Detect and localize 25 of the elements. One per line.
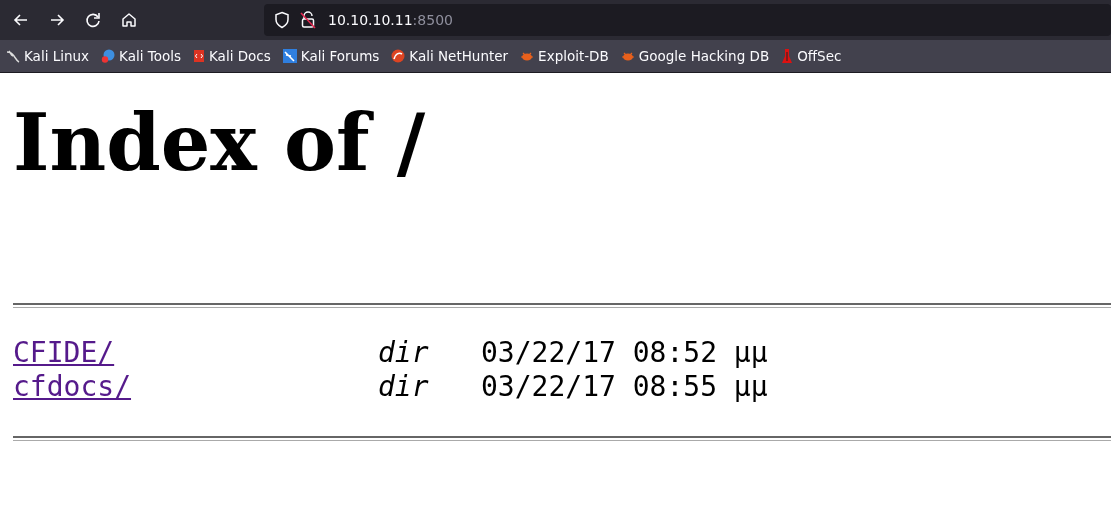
bookmark-link[interactable]: Kali Tools	[101, 48, 181, 64]
bookmark-link[interactable]: Kali Docs	[193, 48, 271, 64]
url-port: :8500	[412, 12, 453, 28]
globe-icon	[101, 49, 116, 63]
page-heading: Index of /	[13, 97, 427, 189]
entry-date: 03/22/17 08:52 μμ	[481, 336, 768, 370]
directory-link[interactable]: cfdocs/	[13, 370, 131, 404]
bookmark-link[interactable]: Exploit-DB	[520, 48, 609, 64]
bookmark-link[interactable]: OffSec	[781, 48, 842, 64]
directory-link[interactable]: CFIDE/	[13, 336, 115, 370]
entry-type: dir	[378, 370, 429, 404]
flask-icon	[781, 48, 794, 64]
bookmark-link[interactable]: Kali Forums	[282, 48, 380, 64]
bookmark-link[interactable]: Kali Linux	[6, 48, 90, 64]
entry-date: 03/22/17 08:55 μμ	[481, 370, 768, 404]
address-bar[interactable]: 10.10.10.11:8500	[264, 4, 1111, 36]
home-icon[interactable]	[120, 11, 138, 29]
feather-icon	[282, 49, 297, 63]
reload-icon[interactable]	[84, 11, 102, 29]
url-host: 10.10.10.11	[328, 12, 413, 28]
bookmark-link[interactable]: Google Hacking DB	[620, 48, 770, 64]
entry-type: dir	[378, 336, 429, 370]
bookmark-link[interactable]: Kali NetHunter	[391, 48, 509, 64]
shield-icon	[274, 11, 290, 29]
broken-lock-icon	[300, 11, 316, 29]
